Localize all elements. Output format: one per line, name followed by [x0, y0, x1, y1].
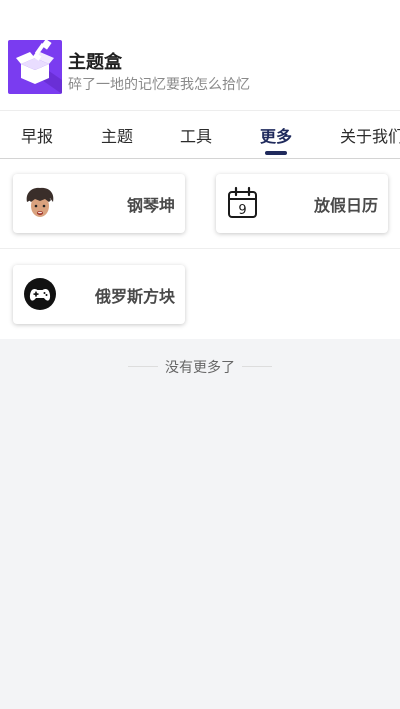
tab-tools[interactable]: 工具 [180, 123, 212, 147]
row-divider [0, 248, 400, 249]
gamepad-icon [23, 277, 57, 311]
tab-themes[interactable]: 主题 [101, 123, 133, 147]
calendar-icon: 9 [226, 186, 260, 220]
tab-bar: 早报 主题 工具 更多 关于我们 [0, 110, 400, 159]
tools-grid: 钢琴坤 9 放假日历 俄罗斯方块 [0, 159, 400, 339]
card-piano-kun[interactable]: 钢琴坤 [13, 174, 185, 233]
page: 主题盒 碎了一地的记忆要我怎么拾忆 早报 主题 工具 更多 关于我们 钢琴坤 9… [0, 0, 400, 709]
no-more-text: 没有更多了 [165, 360, 235, 376]
card-holiday-calendar[interactable]: 9 放假日历 [216, 174, 388, 233]
tab-morning-news[interactable]: 早报 [21, 123, 53, 147]
app-header: 主题盒 碎了一地的记忆要我怎么拾忆 [0, 0, 400, 110]
tab-about-us[interactable]: 关于我们 [340, 123, 400, 147]
card-label: 放假日历 [313, 196, 378, 215]
active-tab-indicator [265, 151, 287, 155]
avatar-icon [23, 186, 57, 220]
app-title: 主题盒 [68, 52, 122, 73]
app-logo [8, 40, 62, 94]
app-subtitle: 碎了一地的记忆要我怎么拾忆 [68, 77, 250, 93]
card-label: 俄罗斯方块 [94, 287, 175, 306]
card-label: 钢琴坤 [126, 196, 175, 215]
card-tetris[interactable]: 俄罗斯方块 [13, 265, 185, 324]
tab-more[interactable]: 更多 [260, 123, 292, 147]
calendar-day-number: 9 [238, 203, 246, 218]
end-divider-right [242, 366, 272, 367]
